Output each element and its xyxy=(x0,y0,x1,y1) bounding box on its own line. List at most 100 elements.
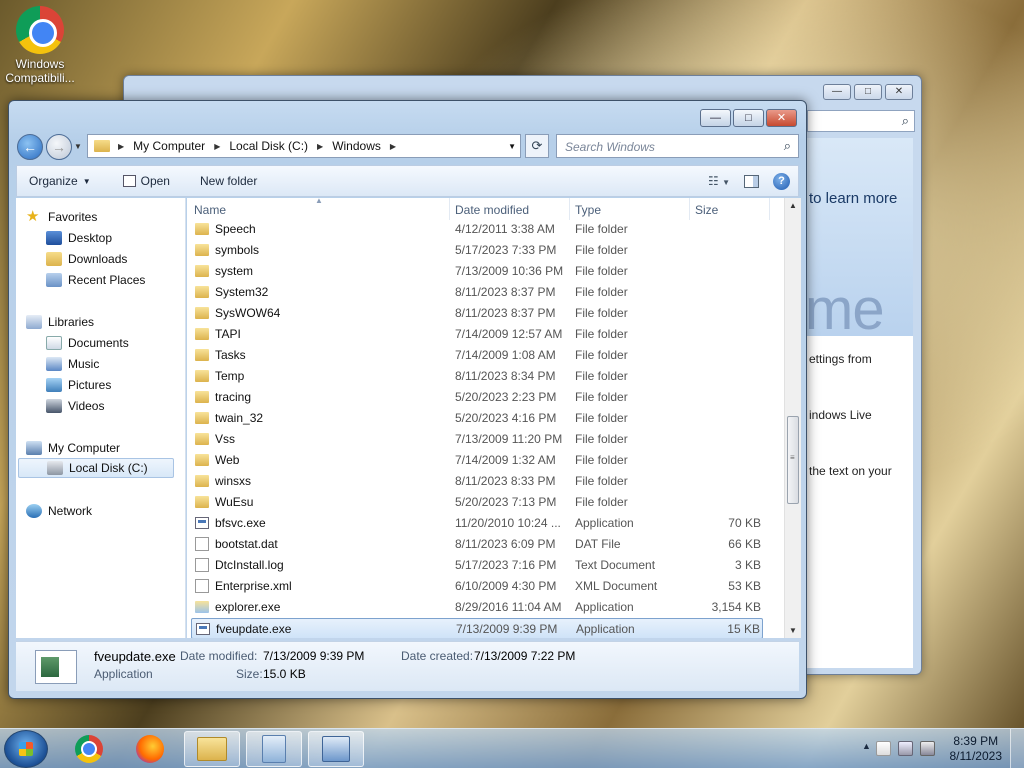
volume-icon[interactable] xyxy=(920,741,935,756)
file-name: symbols xyxy=(215,243,260,257)
nav-documents[interactable]: Documents xyxy=(46,333,129,353)
file-row[interactable]: System32 8/11/2023 8:37 PM File folder xyxy=(191,282,763,303)
file-name: bootstat.dat xyxy=(215,537,278,551)
file-row[interactable]: bfsvc.exe 11/20/2010 10:24 ... Application… xyxy=(191,513,763,534)
nav-music[interactable]: Music xyxy=(46,354,99,374)
file-type: File folder xyxy=(575,243,628,257)
nav-network[interactable]: Network xyxy=(26,501,92,521)
file-row[interactable]: bootstat.dat 8/11/2023 6:09 PM DAT File 66 … xyxy=(191,534,763,555)
chevron-right-icon[interactable]: ▶ xyxy=(214,142,220,151)
column-header-size[interactable]: Size xyxy=(695,203,718,217)
taskbar-app[interactable] xyxy=(246,731,302,767)
file-row[interactable]: winsxs 8/11/2023 8:33 PM File folder xyxy=(191,471,763,492)
control-panel-icon xyxy=(322,736,350,762)
show-hidden-icons-icon[interactable]: ▲ xyxy=(862,741,871,751)
forward-button[interactable]: → xyxy=(46,134,72,160)
file-name: Speech xyxy=(215,222,256,236)
column-header-date-modified[interactable]: Date modified xyxy=(455,203,529,217)
file-row[interactable]: WuEsu 5/20/2023 7:13 PM File folder xyxy=(191,492,763,513)
file-row[interactable]: explorer.exe 8/29/2016 11:04 AM Applicatio… xyxy=(191,597,763,618)
chevron-right-icon[interactable]: ▶ xyxy=(118,142,124,151)
show-desktop-button[interactable] xyxy=(1010,729,1024,768)
nav-downloads[interactable]: Downloads xyxy=(46,249,127,269)
taskbar-chrome[interactable] xyxy=(61,731,117,767)
recent-places-icon xyxy=(46,273,62,287)
back-button[interactable]: ← xyxy=(17,134,43,160)
refresh-button[interactable]: ⟳ xyxy=(525,134,549,158)
nav-libraries[interactable]: Libraries xyxy=(26,312,94,332)
desktop-icon xyxy=(46,231,62,245)
address-bar[interactable]: ▶ My Computer ▶ Local Disk (C:) ▶ Window… xyxy=(87,134,521,158)
file-type: Application xyxy=(575,516,634,530)
nav-videos[interactable]: Videos xyxy=(46,396,104,416)
breadcrumb-windows[interactable]: Windows xyxy=(332,139,381,153)
taskbar-explorer[interactable] xyxy=(184,731,240,767)
file-name: SysWOW64 xyxy=(215,306,281,320)
help-icon[interactable]: ? xyxy=(773,172,790,190)
organize-button[interactable]: Organize ▼ xyxy=(17,174,103,188)
column-header-type[interactable]: Type xyxy=(575,203,601,217)
file-row[interactable]: DtcInstall.log 5/17/2023 7:16 PM Text Docu… xyxy=(191,555,763,576)
file-row[interactable]: Enterprise.xml 6/10/2009 4:30 PM XML Docum… xyxy=(191,576,763,597)
bg-close-button[interactable]: ✕ xyxy=(885,84,913,100)
chevron-right-icon[interactable]: ▶ xyxy=(317,142,323,151)
file-row[interactable]: TAPI 7/14/2009 12:57 AM File folder xyxy=(191,324,763,345)
explorer-window[interactable]: — □ ✕ ← → ▼ ▶ My Computer ▶ Local Disk (… xyxy=(8,100,807,699)
new-folder-button[interactable]: New folder xyxy=(188,174,269,188)
taskbar-firefox[interactable] xyxy=(122,731,178,767)
file-row[interactable]: tracing 5/20/2023 2:23 PM File folder xyxy=(191,387,763,408)
nav-pictures[interactable]: Pictures xyxy=(46,375,111,395)
scroll-up-icon[interactable]: ▲ xyxy=(789,201,797,210)
address-dropdown-icon[interactable]: ▼ xyxy=(508,142,516,151)
desktop-icon-windows-compatibility[interactable]: Windows Compatibili... xyxy=(4,6,76,85)
search-input[interactable]: Search Windows ⌕ xyxy=(556,134,799,158)
file-row[interactable]: system 7/13/2009 10:36 PM File folder xyxy=(191,261,763,282)
bg-minimize-button[interactable]: — xyxy=(823,84,851,100)
scroll-down-icon[interactable]: ▼ xyxy=(789,626,797,635)
file-type: File folder xyxy=(575,390,628,404)
recent-pages-dropdown-icon[interactable]: ▼ xyxy=(74,142,82,151)
nav-recent-places[interactable]: Recent Places xyxy=(46,270,145,290)
folder-icon xyxy=(195,370,209,382)
file-row[interactable]: Vss 7/13/2009 11:20 PM File folder xyxy=(191,429,763,450)
file-type: File folder xyxy=(575,474,628,488)
preview-pane-button[interactable] xyxy=(744,174,759,188)
breadcrumb-my-computer[interactable]: My Computer xyxy=(133,139,205,153)
start-button[interactable] xyxy=(4,730,48,768)
nav-favorites[interactable]: ★ Favorites xyxy=(26,207,97,227)
action-center-icon[interactable] xyxy=(876,741,891,756)
column-header-name[interactable]: Name xyxy=(194,203,226,217)
file-row[interactable]: fveupdate.exe 7/13/2009 9:39 PM Applicatio… xyxy=(191,618,763,638)
nav-desktop[interactable]: Desktop xyxy=(46,228,112,248)
search-icon[interactable]: ⌕ xyxy=(784,138,791,154)
maximize-button[interactable]: □ xyxy=(733,109,764,127)
nav-my-computer[interactable]: My Computer xyxy=(26,438,120,458)
bg-learn-more[interactable]: to learn more xyxy=(809,190,897,207)
file-row[interactable]: SysWOW64 8/11/2023 8:37 PM File folder xyxy=(191,303,763,324)
file-type: File folder xyxy=(575,306,628,320)
change-view-button[interactable]: ☷ ▼ xyxy=(708,174,730,188)
bg-text-2: indows Live xyxy=(809,408,872,422)
network-icon[interactable] xyxy=(898,741,913,756)
open-button[interactable]: Open xyxy=(111,174,182,188)
nav-downloads-label: Downloads xyxy=(68,252,128,266)
chevron-right-icon[interactable]: ▶ xyxy=(390,142,396,151)
file-size: 15 KB xyxy=(727,622,760,636)
bg-search-input[interactable]: ⌕ xyxy=(807,110,915,132)
scrollbar-thumb[interactable]: ≡ xyxy=(787,416,799,504)
bg-maximize-button[interactable]: □ xyxy=(854,84,882,100)
vertical-scrollbar[interactable]: ▲ ≡ ▼ xyxy=(784,198,801,638)
close-button[interactable]: ✕ xyxy=(766,109,797,127)
clock[interactable]: 8:39 PM 8/11/2023 xyxy=(950,734,1003,764)
file-row[interactable]: Temp 8/11/2023 8:34 PM File folder xyxy=(191,366,763,387)
folder-icon xyxy=(195,496,209,508)
file-row[interactable]: Web 7/14/2009 1:32 AM File folder xyxy=(191,450,763,471)
file-row[interactable]: twain_32 5/20/2023 4:16 PM File folder xyxy=(191,408,763,429)
file-row[interactable]: Speech 4/12/2011 3:38 AM File folder xyxy=(191,219,763,240)
taskbar-control-panel[interactable] xyxy=(308,731,364,767)
file-row[interactable]: symbols 5/17/2023 7:33 PM File folder xyxy=(191,240,763,261)
breadcrumb-local-disk[interactable]: Local Disk (C:) xyxy=(229,139,308,153)
file-row[interactable]: Tasks 7/14/2009 1:08 AM File folder xyxy=(191,345,763,366)
minimize-button[interactable]: — xyxy=(700,109,731,127)
nav-local-disk[interactable]: Local Disk (C:) xyxy=(18,458,174,478)
